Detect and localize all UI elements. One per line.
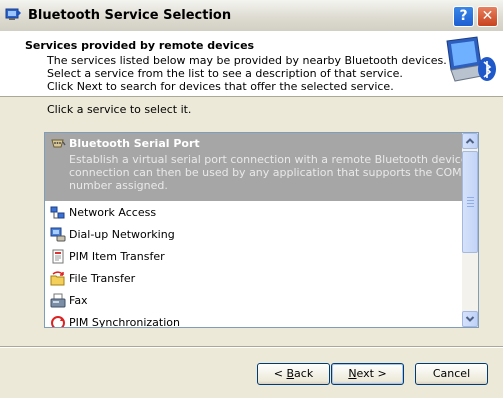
close-button[interactable]: ✕ [477, 6, 498, 27]
next-accelerator: N [348, 367, 357, 380]
grip-line [467, 200, 474, 201]
pim-synchronization-icon [51, 316, 65, 327]
chevron-up-icon [465, 138, 475, 144]
header-desc-line: Click Next to search for devices that of… [47, 80, 394, 93]
service-desc-line: connection can then be used by any appli… [69, 166, 462, 179]
back-accelerator: B [286, 367, 295, 380]
back-button[interactable]: < Back [257, 363, 330, 385]
service-name: PIM Synchronization [69, 316, 180, 327]
service-name: Dial-up Networking [69, 228, 175, 241]
next-button[interactable]: Next > [331, 363, 404, 385]
service-item-file-transfer[interactable]: File Transfer [45, 268, 462, 290]
file-transfer-icon [50, 271, 65, 286]
service-item-pim-item-transfer[interactable]: PIM Item Transfer [45, 246, 462, 268]
scroll-down-button[interactable] [462, 311, 478, 327]
scroll-up-button[interactable] [462, 133, 478, 149]
header-description: The services listed below may be provide… [47, 54, 447, 93]
next-suffix: ext > [356, 367, 387, 380]
pim-item-transfer-icon [52, 249, 64, 264]
service-name: File Transfer [69, 272, 136, 285]
dialup-networking-icon [50, 227, 66, 242]
service-desc-line: Establish a virtual serial port connecti… [69, 153, 462, 166]
service-list[interactable]: Bluetooth Serial Port Establish a virtua… [44, 132, 479, 328]
title-bar[interactable]: Bluetooth Service Selection ? ✕ [0, 0, 503, 32]
grip-line [467, 203, 474, 204]
service-desc-line: number assigned. [69, 179, 168, 192]
window-title: Bluetooth Service Selection [28, 8, 232, 23]
back-suffix: ack [294, 367, 314, 380]
instruction-text: Click a service to select it. [47, 103, 192, 116]
bluetooth-service-selection-window: Bluetooth Service Selection ? ✕ Services… [0, 0, 503, 398]
vertical-scrollbar[interactable] [462, 133, 478, 327]
service-item-dialup-networking[interactable]: Dial-up Networking [45, 224, 462, 246]
serial-port-icon [51, 139, 66, 148]
service-name: PIM Item Transfer [69, 250, 165, 263]
service-name: Bluetooth Serial Port [69, 137, 200, 150]
grip-line [467, 206, 474, 207]
header-desc-line: Select a service from the list to see a … [47, 67, 403, 80]
service-item-fax[interactable]: Fax [45, 290, 462, 312]
service-item-pim-synchronization[interactable]: PIM Synchronization [45, 312, 462, 327]
wizard-header: Services provided by remote devices The … [0, 31, 503, 97]
grip-line [467, 197, 474, 198]
service-item-bluetooth-serial-port[interactable]: Bluetooth Serial Port Establish a virtua… [45, 133, 462, 201]
network-access-icon [50, 206, 65, 219]
chevron-down-icon [465, 316, 475, 322]
service-name: Fax [69, 294, 88, 307]
footer-separator [0, 346, 503, 348]
back-prefix: < [273, 367, 287, 380]
help-button[interactable]: ? [453, 6, 474, 27]
service-item-network-access[interactable]: Network Access [45, 202, 462, 224]
bluetooth-computer-icon [446, 36, 496, 82]
cancel-button[interactable]: Cancel [415, 363, 488, 385]
bluetooth-window-icon [5, 8, 21, 20]
fax-icon [50, 293, 66, 308]
service-description: Establish a virtual serial port connecti… [69, 153, 462, 192]
header-title: Services provided by remote devices [25, 39, 255, 52]
scroll-thumb[interactable] [462, 151, 478, 253]
service-name: Network Access [69, 206, 157, 219]
header-desc-line: The services listed below may be provide… [47, 54, 447, 67]
service-list-items: Bluetooth Serial Port Establish a virtua… [45, 133, 462, 327]
